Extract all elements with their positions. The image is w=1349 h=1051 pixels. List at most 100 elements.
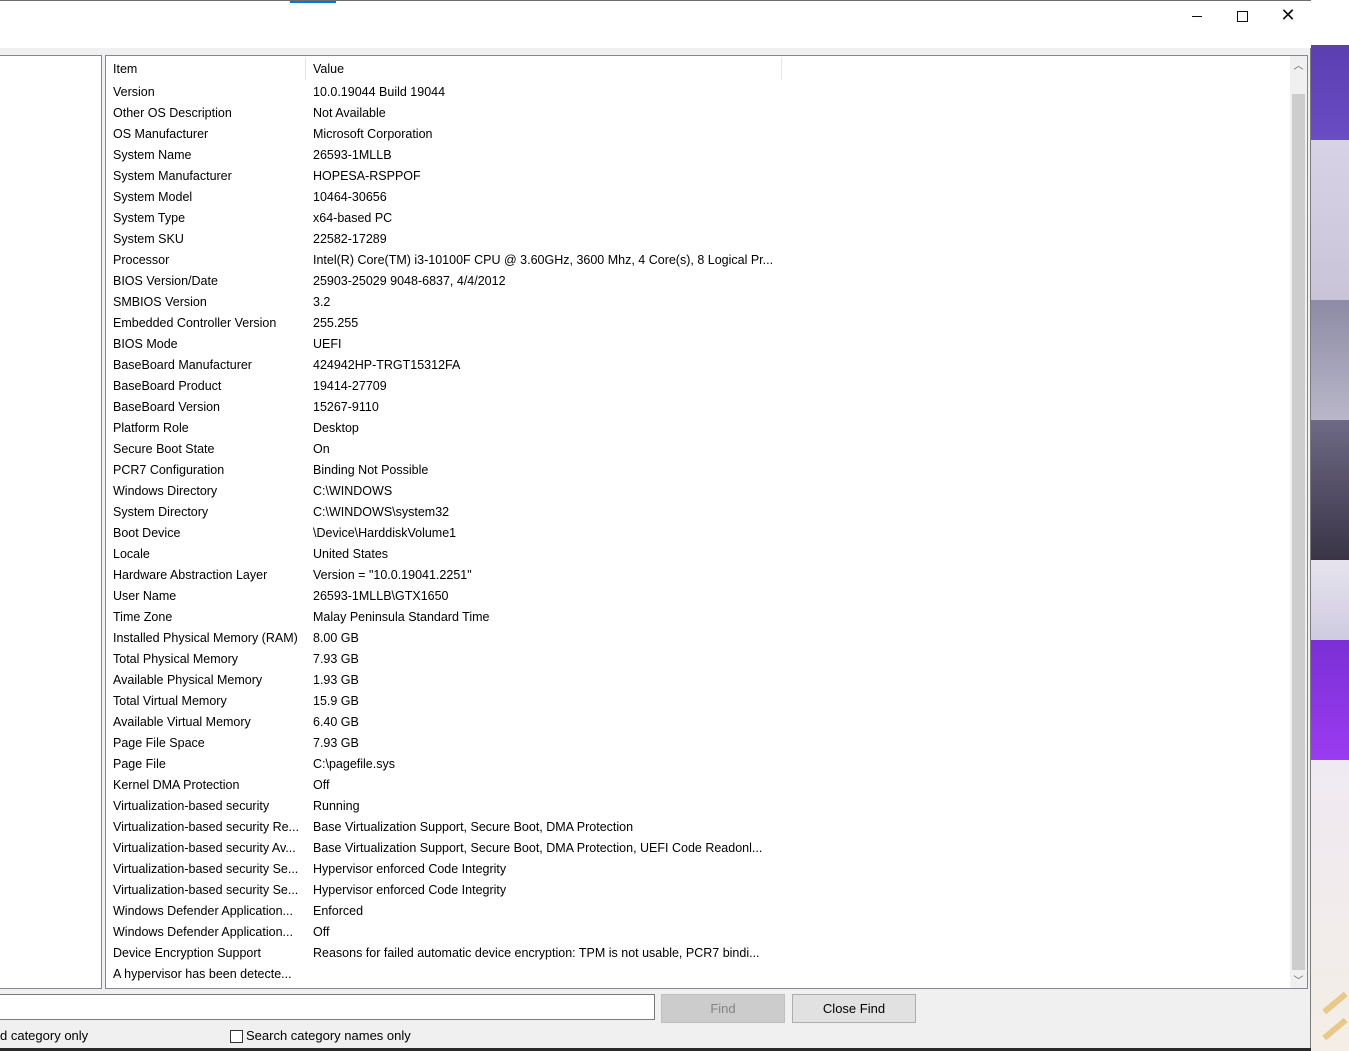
table-row[interactable]: Secure Boot State On [106, 439, 1291, 460]
table-row[interactable]: System Directory C:\WINDOWS\system32 [106, 502, 1291, 523]
scroll-up-button[interactable]: ︿ [1290, 56, 1307, 73]
close-icon: ✕ [1280, 5, 1296, 26]
wallpaper-decoration [1322, 991, 1348, 1015]
row-item-cell: Virtualization-based security Se... [113, 862, 299, 876]
table-row[interactable]: OS Manufacturer Microsoft Corporation [106, 124, 1291, 145]
row-value-cell: 7.93 GB [313, 652, 359, 666]
scroll-down-button[interactable]: ﹀ [1290, 971, 1307, 988]
table-row[interactable]: Virtualization-based security Se... Hyper… [106, 880, 1291, 901]
row-value-cell: Reasons for failed automatic device encr… [313, 946, 760, 960]
row-value-cell: 15267-9110 [313, 400, 379, 414]
search-category-names-checkbox[interactable] [230, 1029, 243, 1043]
row-item-cell: BaseBoard Product [113, 379, 222, 393]
minimize-button[interactable] [1174, 1, 1220, 31]
table-row[interactable]: System Name 26593-1MLLB [106, 145, 1291, 166]
table-row[interactable]: System Manufacturer HOPESA-RSPPOF [106, 166, 1291, 187]
table-row[interactable]: Time Zone Malay Peninsula Standard Time [106, 607, 1291, 628]
table-row[interactable]: Windows Defender Application... Off [106, 922, 1291, 943]
search-category-names-label: Search category names only [246, 1028, 411, 1043]
table-row[interactable]: BIOS Version/Date 25903-25029 9048-6837, … [106, 271, 1291, 292]
details-list[interactable]: Item Value Version 10.0.19044 Build 19044… [105, 55, 1308, 989]
table-row[interactable]: Available Physical Memory 1.93 GB [106, 670, 1291, 691]
table-row[interactable]: Page File Space 7.93 GB [106, 733, 1291, 754]
search-category-names-option[interactable]: Search category names only [230, 1028, 411, 1044]
table-row[interactable]: Device Encryption Support Reasons for fai… [106, 943, 1291, 964]
table-row[interactable]: Virtualization-based security Running [106, 796, 1291, 817]
row-value-cell: Malay Peninsula Standard Time [313, 610, 490, 624]
table-row[interactable]: Boot Device \Device\HarddiskVolume1 [106, 523, 1291, 544]
row-item-cell: Virtualization-based security Re... [113, 820, 299, 834]
table-row[interactable]: Kernel DMA Protection Off [106, 775, 1291, 796]
table-row[interactable]: Embedded Controller Version 255.255 [106, 313, 1291, 334]
table-row[interactable]: Total Virtual Memory 15.9 GB [106, 691, 1291, 712]
row-value-cell: Off [313, 925, 330, 939]
row-item-cell: BaseBoard Version [113, 400, 221, 414]
category-tree[interactable] [0, 55, 102, 989]
row-value-cell: 10464-30656 [313, 190, 387, 204]
row-item-cell: Page File Space [113, 736, 205, 750]
table-row[interactable]: PCR7 Configuration Binding Not Possible [106, 460, 1291, 481]
table-row[interactable]: Version 10.0.19044 Build 19044 [106, 82, 1291, 103]
table-row[interactable]: System Type x64-based PC [106, 208, 1291, 229]
row-item-cell: PCR7 Configuration [113, 463, 225, 477]
row-value-cell: On [313, 442, 330, 456]
row-item-cell: System SKU [113, 232, 184, 246]
table-row[interactable]: BaseBoard Manufacturer 424942HP-TRGT15312… [106, 355, 1291, 376]
table-row[interactable]: System Model 10464-30656 [106, 187, 1291, 208]
table-row[interactable]: Installed Physical Memory (RAM) 8.00 GB [106, 628, 1291, 649]
column-header-value[interactable]: Value [306, 58, 782, 80]
table-row[interactable]: Locale United States [106, 544, 1291, 565]
row-value-cell: Running [313, 799, 360, 813]
row-item-cell: Kernel DMA Protection [113, 778, 240, 792]
find-what-input[interactable] [0, 994, 655, 1020]
row-value-cell: Intel(R) Core(TM) i3-10100F CPU @ 3.60GH… [313, 253, 774, 267]
table-row[interactable]: SMBIOS Version 3.2 [106, 292, 1291, 313]
row-item-cell: Hardware Abstraction Layer [113, 568, 268, 582]
scrollbar-thumb[interactable] [1292, 94, 1305, 970]
search-selected-category-label: d category only [0, 1028, 89, 1043]
table-row[interactable]: BIOS Mode UEFI [106, 334, 1291, 355]
row-value-cell: Binding Not Possible [313, 463, 429, 477]
vertical-scrollbar[interactable]: ︿ ﹀ [1290, 56, 1307, 988]
search-selected-category-option[interactable]: d category only [0, 1028, 88, 1044]
find-button[interactable]: Find [661, 994, 785, 1023]
row-item-cell: Other OS Description [113, 106, 232, 120]
row-item-cell: Locale [113, 547, 150, 561]
close-find-button[interactable]: Close Find [792, 994, 916, 1023]
table-row[interactable]: Page File C:\pagefile.sys [106, 754, 1291, 775]
row-value-cell: United States [313, 547, 389, 561]
table-row[interactable]: BaseBoard Version 15267-9110 [106, 397, 1291, 418]
close-button[interactable]: ✕ [1265, 1, 1311, 31]
table-row[interactable]: Processor Intel(R) Core(TM) i3-10100F CPU… [106, 250, 1291, 271]
maximize-icon [1236, 10, 1248, 22]
column-header-item[interactable]: Item [106, 58, 306, 80]
table-row[interactable]: Platform Role Desktop [106, 418, 1291, 439]
table-row[interactable]: Virtualization-based security Se... Hyper… [106, 859, 1291, 880]
table-row[interactable]: Other OS Description Not Available [106, 103, 1291, 124]
maximize-button[interactable] [1219, 1, 1265, 31]
table-row[interactable]: Windows Directory C:\WINDOWS [106, 481, 1291, 502]
row-value-cell: C:\pagefile.sys [313, 757, 395, 771]
row-value-cell: 19414-27709 [313, 379, 387, 393]
table-row[interactable]: Hardware Abstraction Layer Version = "10.… [106, 565, 1291, 586]
table-row[interactable]: User Name 26593-1MLLB\GTX1650 [106, 586, 1291, 607]
title-bar: ✕ [0, 0, 1311, 48]
table-row[interactable]: A hypervisor has been detecte... [106, 964, 1291, 985]
row-item-cell: OS Manufacturer [113, 127, 209, 141]
row-item-cell: Version [113, 85, 155, 99]
table-row[interactable]: System SKU 22582-17289 [106, 229, 1291, 250]
row-item-cell: User Name [113, 589, 177, 603]
row-item-cell: Windows Defender Application... [113, 904, 293, 918]
row-item-cell: Boot Device [113, 526, 181, 540]
table-row[interactable]: Windows Defender Application... Enforced [106, 901, 1291, 922]
row-item-cell: Virtualization-based security Av... [113, 841, 296, 855]
table-row[interactable]: Virtualization-based security Re... Base … [106, 817, 1291, 838]
row-item-cell: System Type [113, 211, 186, 225]
table-row[interactable]: BaseBoard Product 19414-27709 [106, 376, 1291, 397]
table-row[interactable]: Total Physical Memory 7.93 GB [106, 649, 1291, 670]
row-item-cell: System Name [113, 148, 192, 162]
row-value-cell: 7.93 GB [313, 736, 359, 750]
table-row[interactable]: Available Virtual Memory 6.40 GB [106, 712, 1291, 733]
table-row[interactable]: Virtualization-based security Av... Base … [106, 838, 1291, 859]
row-item-cell: A hypervisor has been detecte... [113, 967, 292, 981]
